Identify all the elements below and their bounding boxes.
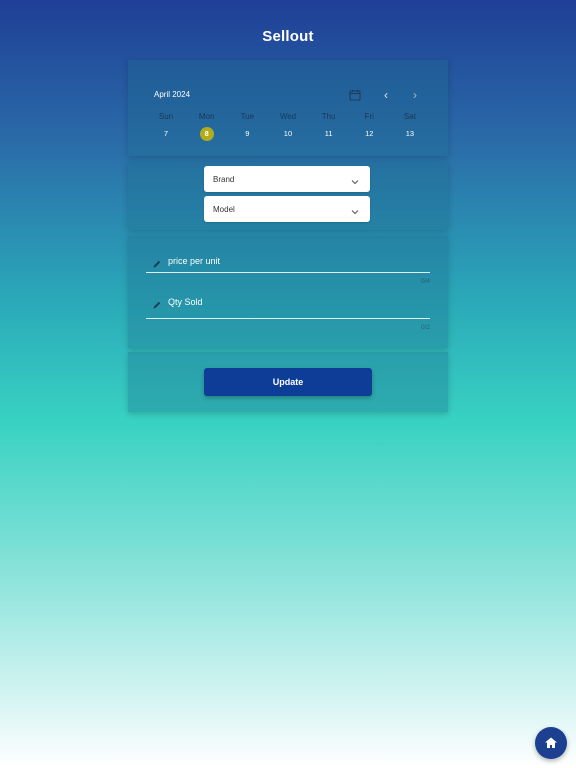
brand-dropdown-label: Brand (213, 175, 235, 184)
day-thu[interactable]: Thu 11 (309, 111, 349, 141)
day-date: 13 (405, 129, 415, 138)
day-name: Mon (198, 112, 215, 121)
char-counter: 0/4 (420, 278, 430, 285)
chevron-right-icon[interactable]: › (409, 88, 421, 102)
day-date: 7 (163, 129, 169, 138)
day-fri[interactable]: Fri 12 (349, 111, 389, 141)
day-date: 12 (365, 129, 374, 138)
actions-card: Update (128, 352, 448, 412)
chevron-down-icon (350, 204, 360, 222)
day-name: Fri (364, 112, 374, 121)
char-counter: 0/2 (420, 324, 430, 331)
day-name: Tue (240, 112, 255, 121)
week-strip: Sun 7 Mon 8 Tue 9 Wed 10 Thu 11 Fri 12 S… (146, 111, 430, 141)
day-wed[interactable]: Wed 10 (268, 111, 308, 141)
chevron-left-icon[interactable]: ‹ (380, 88, 392, 102)
calendar-card: April 2024 ‹ › Sun 7 Mon 8 Tue 9 Wed 10 … (128, 60, 448, 156)
model-dropdown-label: Model (213, 205, 235, 214)
chevron-down-icon (350, 174, 360, 192)
pencil-icon (152, 297, 162, 315)
input-underline (146, 272, 430, 273)
input-underline (146, 318, 430, 319)
day-date: 10 (283, 129, 293, 138)
model-dropdown[interactable]: Model (204, 196, 370, 222)
day-name: Thu (321, 112, 336, 121)
day-name: Sat (403, 112, 416, 121)
day-mon[interactable]: Mon 8 (187, 111, 227, 141)
update-button[interactable]: Update (204, 368, 372, 396)
day-tue[interactable]: Tue 9 (227, 111, 267, 141)
day-date: 9 (245, 129, 250, 138)
month-label: April 2024 (154, 90, 191, 99)
day-date: 11 (324, 129, 333, 138)
inputs-card: price per unit 0/4 Qty Sold 0/2 (128, 236, 448, 348)
filters-card: Brand Model (128, 162, 448, 230)
day-name: Sun (158, 112, 174, 121)
qty-sold-label: Qty Sold (168, 297, 203, 307)
brand-dropdown[interactable]: Brand (204, 166, 370, 192)
home-button[interactable] (535, 727, 567, 759)
day-sat[interactable]: Sat 13 (390, 111, 430, 141)
page-title: Sellout (262, 28, 314, 45)
day-sun[interactable]: Sun 7 (146, 111, 186, 141)
price-per-unit-label: price per unit (168, 256, 221, 266)
calendar-icon[interactable] (349, 88, 361, 106)
day-name: Wed (279, 112, 297, 121)
home-icon (545, 737, 557, 748)
selected-date-badge: 8 (199, 127, 214, 141)
